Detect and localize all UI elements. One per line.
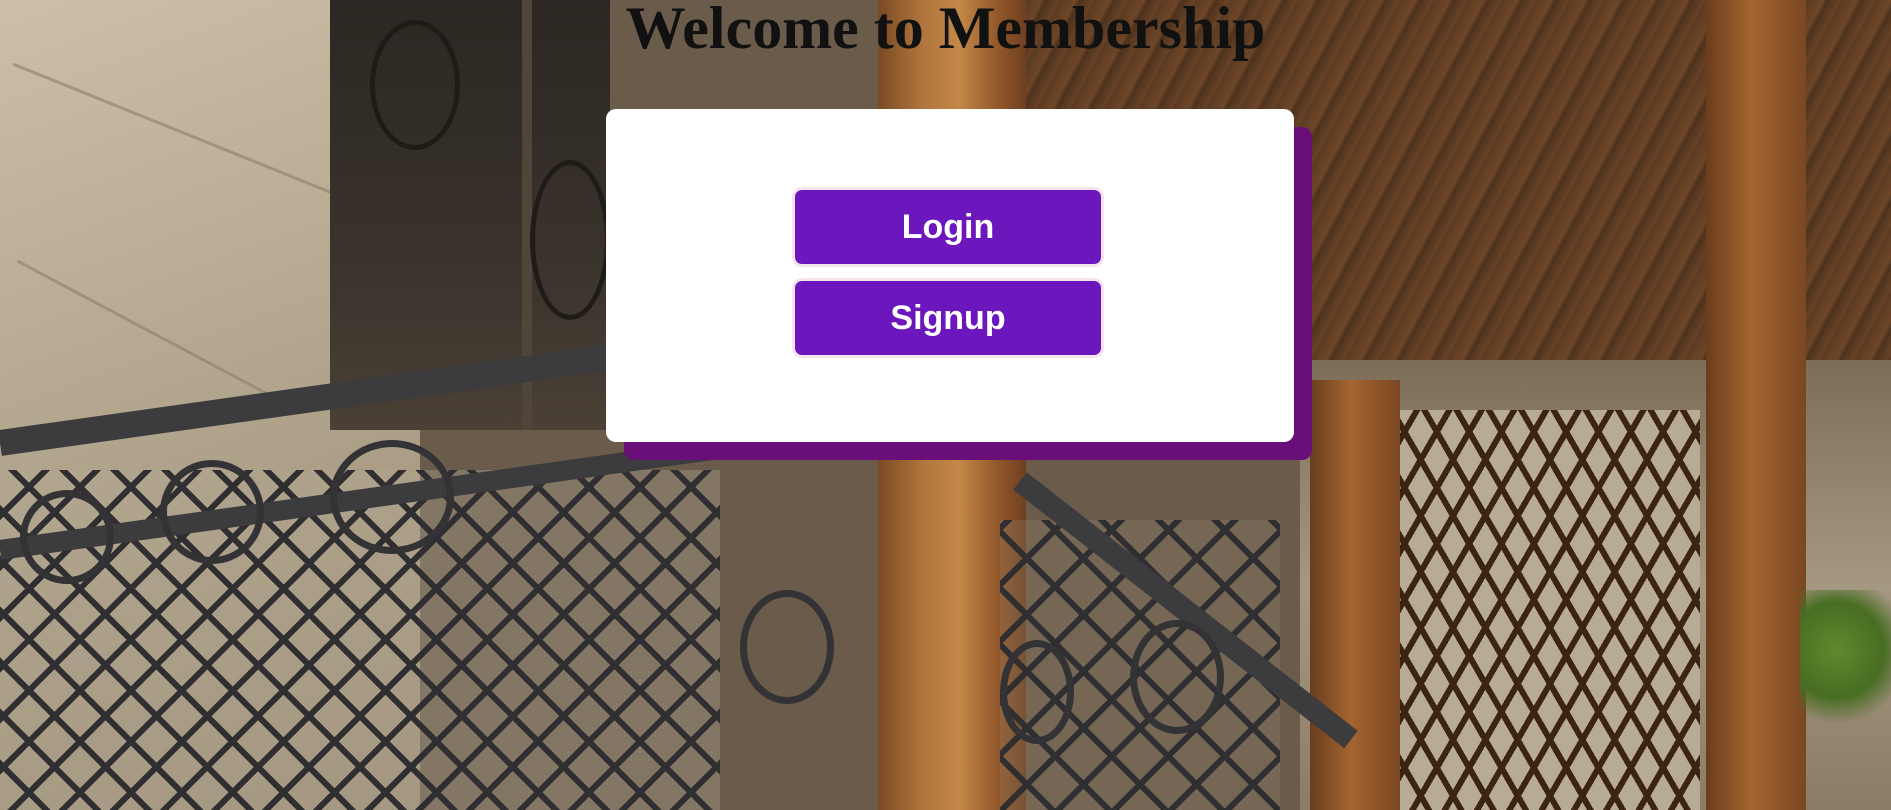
login-button[interactable]: Login: [792, 187, 1104, 267]
wooden-lattice: [1400, 410, 1700, 810]
plant-leaves: [1800, 590, 1891, 740]
signup-button[interactable]: Signup: [792, 278, 1104, 358]
iron-scroll: [160, 460, 264, 564]
page-title: Welcome to Membership: [625, 0, 1266, 61]
iron-scroll: [330, 440, 454, 554]
iron-scroll: [20, 490, 114, 584]
iron-scroll: [1130, 620, 1224, 734]
auth-card: Login Signup: [606, 109, 1294, 442]
wooden-post: [1310, 380, 1400, 810]
iron-scroll: [1000, 640, 1074, 744]
iron-scroll: [740, 590, 834, 704]
wooden-post: [1706, 0, 1806, 810]
iron-ring: [530, 160, 610, 320]
